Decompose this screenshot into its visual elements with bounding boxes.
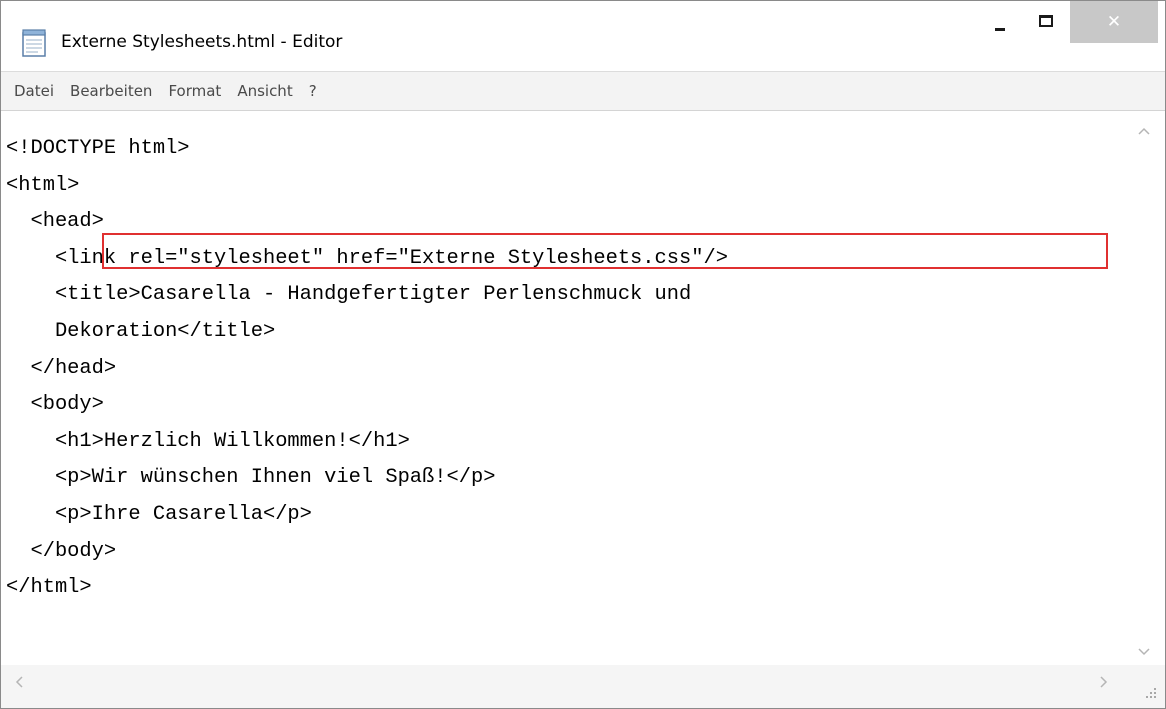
code-line: <title>Casarella - Handgefertigter Perle… [6, 283, 692, 307]
chevron-right-icon[interactable] [1094, 675, 1114, 695]
code-line: </body> [6, 539, 117, 563]
code-line: </head> [6, 356, 117, 380]
menu-item-ansicht[interactable]: Ansicht [235, 80, 294, 102]
code-text[interactable]: <!DOCTYPE html> <html> <head> <link rel="… [6, 131, 728, 607]
maximize-icon [1039, 15, 1053, 27]
minimize-icon [995, 27, 1005, 31]
close-icon: ✕ [1106, 12, 1122, 32]
notepad-icon [21, 28, 49, 58]
code-line: <body> [6, 393, 104, 417]
window-title: Externe Stylesheets.html - Editor [61, 32, 343, 52]
code-line: </html> [6, 576, 92, 600]
code-line: <!DOCTYPE html> [6, 137, 190, 160]
size-grip[interactable] [1124, 665, 1165, 708]
code-line: <p>Ihre Casarella</p> [6, 502, 312, 526]
code-line: <p>Wir wünschen Ihnen viel Spaß!</p> [6, 466, 496, 490]
code-line: Dekoration</title> [6, 319, 276, 343]
chevron-left-icon[interactable] [9, 675, 29, 695]
chevron-up-icon[interactable] [1134, 122, 1154, 142]
menu-item-format[interactable]: Format [166, 80, 223, 102]
code-line-highlighted: <link rel="stylesheet" href="Externe Sty… [6, 246, 728, 270]
title-bar[interactable]: Externe Stylesheets.html - Editor ✕ [1, 1, 1165, 71]
menu-item-datei[interactable]: Datei [12, 80, 56, 102]
code-line: <h1>Herzlich Willkommen!</h1> [6, 429, 410, 453]
close-button[interactable]: ✕ [1070, 1, 1158, 43]
size-grip-icon [1145, 687, 1157, 702]
menu-item-bearbeiten[interactable]: Bearbeiten [68, 80, 154, 102]
code-line: <head> [6, 210, 104, 234]
chevron-down-icon[interactable] [1134, 643, 1154, 663]
vertical-scrollbar[interactable] [1124, 112, 1165, 685]
menu-bar: Datei Bearbeiten Format Ansicht ? [1, 71, 1165, 111]
text-area[interactable]: <!DOCTYPE html> <html> <head> <link rel="… [1, 112, 1165, 685]
maximize-button[interactable] [1023, 1, 1069, 43]
editor-window: Externe Stylesheets.html - Editor ✕ Date… [0, 0, 1166, 709]
horizontal-scrollbar[interactable] [1, 665, 1124, 708]
minimize-button[interactable] [977, 1, 1023, 43]
code-line: <html> [6, 173, 80, 197]
menu-item-help[interactable]: ? [307, 80, 319, 102]
